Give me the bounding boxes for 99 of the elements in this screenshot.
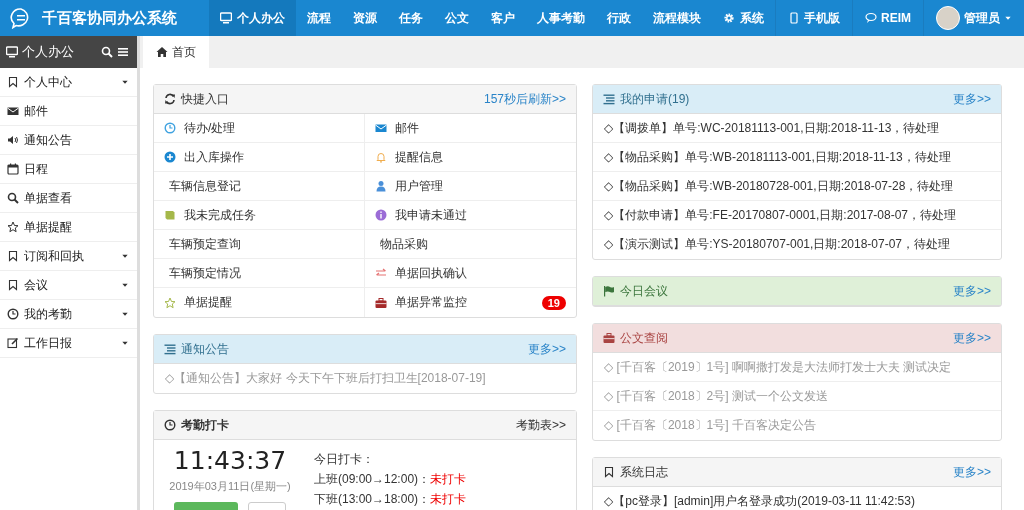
bell-icon (375, 151, 387, 163)
sidebar-item[interactable]: 单据查看 (0, 184, 137, 213)
list-item[interactable]: ◇【pc登录】[admin]用户名登录成功(2019-03-11 11:42:53) (593, 487, 1001, 510)
list-item[interactable]: ◇【物品采购】单号:WB-20180728-001,日期:2018-07-28，待处理 (593, 172, 1001, 201)
more-link[interactable]: 更多>> (953, 463, 991, 481)
shortcut-item[interactable]: 提醒信息 (365, 143, 576, 172)
list-item[interactable]: ◇【调拨单】单号:WC-20181113-001,日期:2018-11-13，待处理 (593, 114, 1001, 143)
shift-label: 上班(09:00→12:00)： (314, 472, 431, 486)
nav-tab[interactable]: 人事考勤 (526, 0, 596, 36)
sidebar-item[interactable]: 工作日报 (0, 329, 137, 358)
shortcut-item[interactable]: 单据回执确认 (365, 259, 576, 288)
clock-time: 11:43:37 (173, 446, 287, 475)
shortcut-item[interactable]: 我未完成任务 (154, 201, 365, 230)
panel-title: 通知公告 (181, 340, 230, 358)
list-item[interactable]: ◇【演示测试】单号:YS-20180707-001,日期:2018-07-07，待处理 (593, 230, 1001, 259)
shortcut-item[interactable]: 车辆预定查询 (154, 230, 365, 259)
nav-tab[interactable]: 流程模块 (642, 0, 712, 36)
bookmark-icon (7, 76, 19, 88)
nav-tab[interactable]: 系统 (712, 0, 775, 36)
refresh-icon (164, 93, 176, 105)
punch-status: 未打卡 (430, 472, 467, 486)
nav-tab[interactable]: 任务 (388, 0, 434, 36)
panel-title: 今日会议 (620, 282, 669, 300)
monitor-icon (220, 12, 232, 24)
shortcut-item[interactable]: 出入库操作 (154, 143, 365, 172)
more-link[interactable]: 更多>> (953, 282, 991, 300)
attendance-sheet-link[interactable]: 考勤表>> (516, 416, 566, 434)
shortcut-item[interactable]: 单据异常监控 19 (365, 288, 576, 317)
shortcut-item[interactable]: 邮件 (365, 114, 576, 143)
panel-title: 快捷入口 (181, 90, 230, 108)
phone-icon (788, 12, 800, 24)
home-icon (156, 46, 168, 58)
bookmark-icon (7, 279, 19, 291)
panel-title: 我的申请(19) (620, 90, 691, 108)
calendar-icon (7, 163, 19, 175)
envelope-icon (375, 122, 387, 134)
list-icon (603, 93, 615, 105)
list-item[interactable]: ◇【付款申请】单号:FE-20170807-0001,日期:2017-08-07，待处理 (593, 201, 1001, 230)
briefcase-icon (375, 296, 387, 309)
chat-icon (865, 12, 877, 24)
star-icon (164, 296, 176, 309)
search-icon (7, 192, 19, 204)
shortcut-item[interactable]: 我申请未通过 (365, 201, 576, 230)
plus-circle-icon (164, 151, 176, 163)
nav-tab[interactable]: 公文 (434, 0, 480, 36)
list-item[interactable]: ◇【物品采购】单号:WB-20181113-001,日期:2018-11-13，待处理 (593, 143, 1001, 172)
sidebar-item[interactable]: 通知公告 (0, 126, 137, 155)
flag-icon (603, 285, 615, 297)
clock-icon (164, 122, 176, 134)
sidebar-item[interactable]: 个人中心 (0, 68, 137, 97)
gear-icon (723, 12, 735, 24)
shift-label: 下班(13:00→18:00)： (314, 492, 431, 506)
sidebar-item[interactable]: 会议 (0, 271, 137, 300)
shortcut-item[interactable]: 车辆信息登记 (154, 172, 365, 201)
avatar (936, 6, 960, 30)
more-link[interactable]: 更多>> (528, 340, 566, 358)
search-icon (101, 46, 113, 58)
edit-icon (7, 337, 19, 349)
date-text: 2019年03月11日(星期一) (169, 479, 291, 494)
user-icon (375, 180, 387, 192)
envelope-icon (7, 105, 19, 117)
refresh-link[interactable]: 157秒后刷新>> (483, 90, 566, 108)
nav-tab[interactable]: 资源 (342, 0, 388, 36)
nav-tab[interactable]: 行政 (596, 0, 642, 36)
bookmark-icon (7, 250, 19, 262)
sidebar-item[interactable]: 日程 (0, 155, 137, 184)
app-title: 千百客协同办公系统 (42, 8, 177, 28)
bookmark-icon (603, 466, 615, 478)
list-icon (164, 343, 176, 355)
sidebar-item[interactable]: 订阅和回执 (0, 242, 137, 271)
today-label: 今日打卡： (314, 452, 375, 466)
panel-title: 系统日志 (620, 463, 669, 481)
nav-tab[interactable]: 个人办公 (209, 0, 296, 36)
speaker-icon (7, 134, 19, 146)
count-badge: 19 (541, 295, 566, 310)
shortcut-item[interactable]: 用户管理 (365, 172, 576, 201)
menu-icon (117, 46, 129, 58)
nav-tab[interactable]: 流程 (296, 0, 342, 36)
star-icon (7, 221, 19, 233)
sidebar-item[interactable]: 邮件 (0, 97, 137, 126)
tab[interactable]: 首页 (143, 36, 209, 68)
swap-arrows-icon (375, 267, 387, 279)
clock-icon (164, 419, 176, 431)
punch-status: 未打卡 (430, 492, 467, 506)
sidebar-title: 个人办公 (22, 43, 75, 61)
shortcut-item[interactable]: 物品采购 (365, 230, 576, 259)
shortcut-item[interactable]: 单据提醒 (154, 288, 365, 317)
more-link[interactable]: 更多>> (953, 90, 991, 108)
panel-title: 公文查阅 (620, 329, 669, 347)
shortcut-item[interactable]: 待办/处理 (154, 114, 365, 143)
panel-title: 考勤打卡 (181, 416, 230, 434)
info-circle-icon (375, 209, 387, 221)
briefcase-icon (603, 332, 615, 344)
sidebar-item[interactable]: 单据提醒 (0, 213, 137, 242)
clock-icon (7, 308, 19, 320)
sidebar-item[interactable]: 我的考勤 (0, 300, 137, 329)
shortcut-item[interactable]: 车辆预定情况 (154, 259, 365, 288)
nav-tab[interactable]: 客户 (480, 0, 526, 36)
monitor-icon (6, 46, 18, 58)
